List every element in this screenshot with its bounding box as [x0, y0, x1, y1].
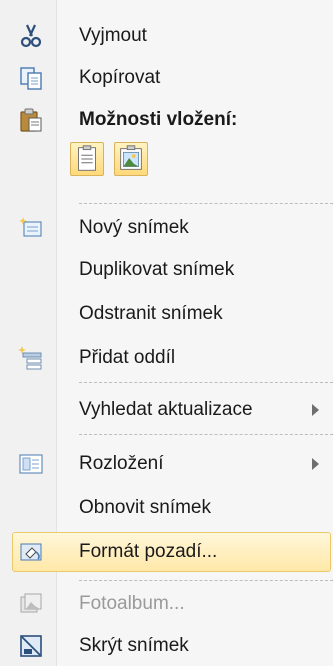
paste-keep-text-button[interactable]: [70, 142, 104, 176]
new-slide-icon: [19, 217, 42, 237]
menu-label-layout: Rozložení: [79, 453, 164, 474]
add-section-icon: [18, 346, 42, 370]
menu-item-delete-slide[interactable]: Odstranit snímek: [0, 294, 333, 334]
menu-label-paste-options: Možnosti vložení:: [79, 109, 238, 130]
menu-item-check-updates[interactable]: Vyhledat aktualizace: [0, 390, 333, 430]
menu-label-check-updates: Vyhledat aktualizace: [79, 399, 253, 420]
menu-item-hide-slide[interactable]: Skrýt snímek: [0, 626, 333, 666]
menu-item-cut[interactable]: Vyjmout: [0, 16, 333, 56]
menu-label-new-slide: Nový snímek: [79, 217, 189, 238]
menu-item-add-section[interactable]: Přidat oddíl: [0, 338, 333, 378]
menu-item-duplicate-slide[interactable]: Duplikovat snímek: [0, 250, 333, 290]
photo-album-icon: [20, 593, 42, 613]
paste-picture-button[interactable]: [114, 142, 148, 176]
separator: [79, 580, 333, 581]
menu-label-duplicate-slide: Duplikovat snímek: [79, 259, 235, 280]
menu-label-cut: Vyjmout: [79, 25, 147, 46]
clipboard-icon: [20, 108, 42, 132]
scissors-icon: [20, 24, 42, 48]
menu-item-photo-album[interactable]: Fotoalbum...: [0, 584, 333, 624]
menu-label-reset-slide: Obnovit snímek: [79, 497, 211, 518]
separator: [79, 434, 333, 435]
submenu-arrow-icon: [312, 458, 319, 470]
paste-options-row: [70, 142, 148, 176]
menu-label-add-section: Přidat oddíl: [79, 347, 176, 368]
submenu-arrow-icon: [312, 404, 319, 416]
menu-item-new-slide[interactable]: Nový snímek: [0, 208, 333, 248]
paste-keep-text-icon: [78, 145, 96, 171]
menu-label-format-background: Formát pozadí...: [79, 541, 218, 562]
menu-label-photo-album: Fotoalbum...: [79, 593, 185, 614]
layout-icon: [19, 454, 43, 474]
copy-icon: [20, 67, 42, 90]
menu-item-format-background[interactable]: Formát pozadí...: [0, 532, 333, 572]
menu-label-delete-slide: Odstranit snímek: [79, 303, 223, 324]
menu-item-layout[interactable]: Rozložení: [0, 444, 333, 484]
menu-label-hide-slide: Skrýt snímek: [79, 635, 189, 656]
menu-item-copy[interactable]: Kopírovat: [0, 58, 333, 98]
separator: [79, 203, 333, 204]
menu-item-paste-options: Možnosti vložení:: [0, 100, 333, 140]
format-background-icon: [20, 543, 42, 561]
paste-picture-icon: [120, 145, 142, 170]
separator: [79, 382, 333, 383]
hide-slide-icon: [20, 635, 42, 657]
menu-label-copy: Kopírovat: [79, 67, 161, 88]
context-menu: Vyjmout Kopírovat Možnosti vložení: Nový…: [0, 0, 333, 666]
menu-item-reset-slide[interactable]: Obnovit snímek: [0, 488, 333, 528]
